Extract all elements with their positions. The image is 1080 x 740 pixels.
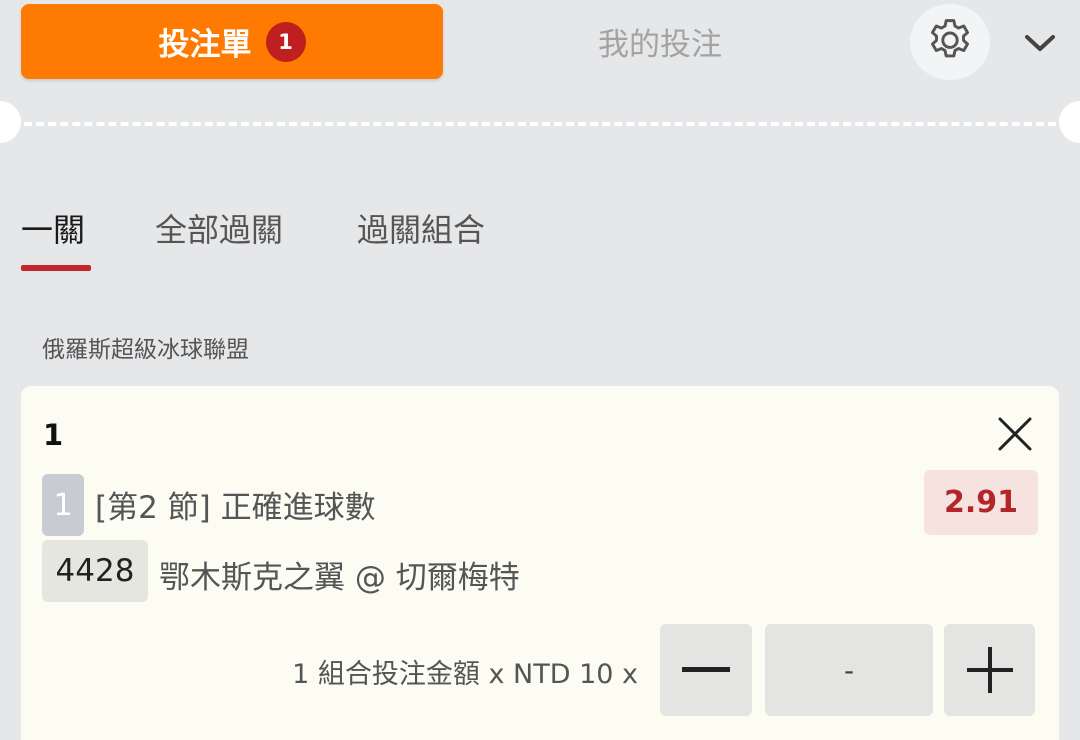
tab-parlay-combo-label: 過關組合: [357, 211, 486, 249]
my-bets-tab[interactable]: 我的投注: [560, 4, 760, 79]
leg-number: 1: [43, 418, 64, 452]
betslip-tab-label: 投注單: [158, 27, 252, 63]
tab-all-parlay-label: 全部過關: [155, 211, 284, 249]
divider-notch-right: [1059, 101, 1080, 143]
close-icon: [998, 417, 1032, 451]
increase-stake-button[interactable]: [944, 624, 1035, 716]
plus-icon: [966, 647, 1013, 693]
betslip-tab[interactable]: 投注單 1: [21, 4, 443, 79]
active-tab-indicator: [21, 265, 91, 271]
gear-icon: [930, 19, 970, 58]
betslip-count-badge: 1: [265, 21, 306, 62]
tab-all-parlay[interactable]: 全部過關: [155, 205, 283, 265]
match-name: 鄂木斯克之翼 @ 切爾梅特: [159, 560, 520, 596]
collapse-button[interactable]: [1015, 22, 1065, 64]
odds-value: 2.91: [924, 470, 1038, 535]
chevron-down-icon: [1025, 35, 1055, 51]
market-name: [第2 節] 正確進球數: [95, 490, 376, 526]
match-code: 4428: [42, 540, 148, 602]
tab-parlay-combo[interactable]: 過關組合: [357, 205, 485, 265]
leg-badge: 1: [42, 474, 84, 536]
tab-single-label: 一關: [21, 211, 86, 249]
my-bets-tab-label: 我的投注: [598, 27, 722, 63]
perforated-divider: [0, 122, 1080, 126]
tab-single[interactable]: 一關: [21, 205, 85, 265]
bet-type-tabs: 一關 全部過關 過關組合: [0, 205, 1080, 275]
stake-label: 1 組合投注金額 x NTD 10 x: [292, 659, 638, 690]
settings-button[interactable]: [910, 4, 990, 80]
remove-bet-button[interactable]: [995, 414, 1035, 454]
minus-icon: [682, 667, 730, 672]
stake-amount-field[interactable]: -: [765, 624, 933, 716]
stake-amount-value: -: [843, 653, 855, 687]
bet-card: 1 1 [第2 節] 正確進球數 2.91 4428 鄂木斯克之翼 @ 切爾梅特…: [21, 386, 1059, 740]
betslip-header: 投注單 1 我的投注: [0, 0, 1080, 92]
league-name: 俄羅斯超級冰球聯盟: [42, 337, 249, 363]
decrease-stake-button[interactable]: [660, 624, 752, 716]
